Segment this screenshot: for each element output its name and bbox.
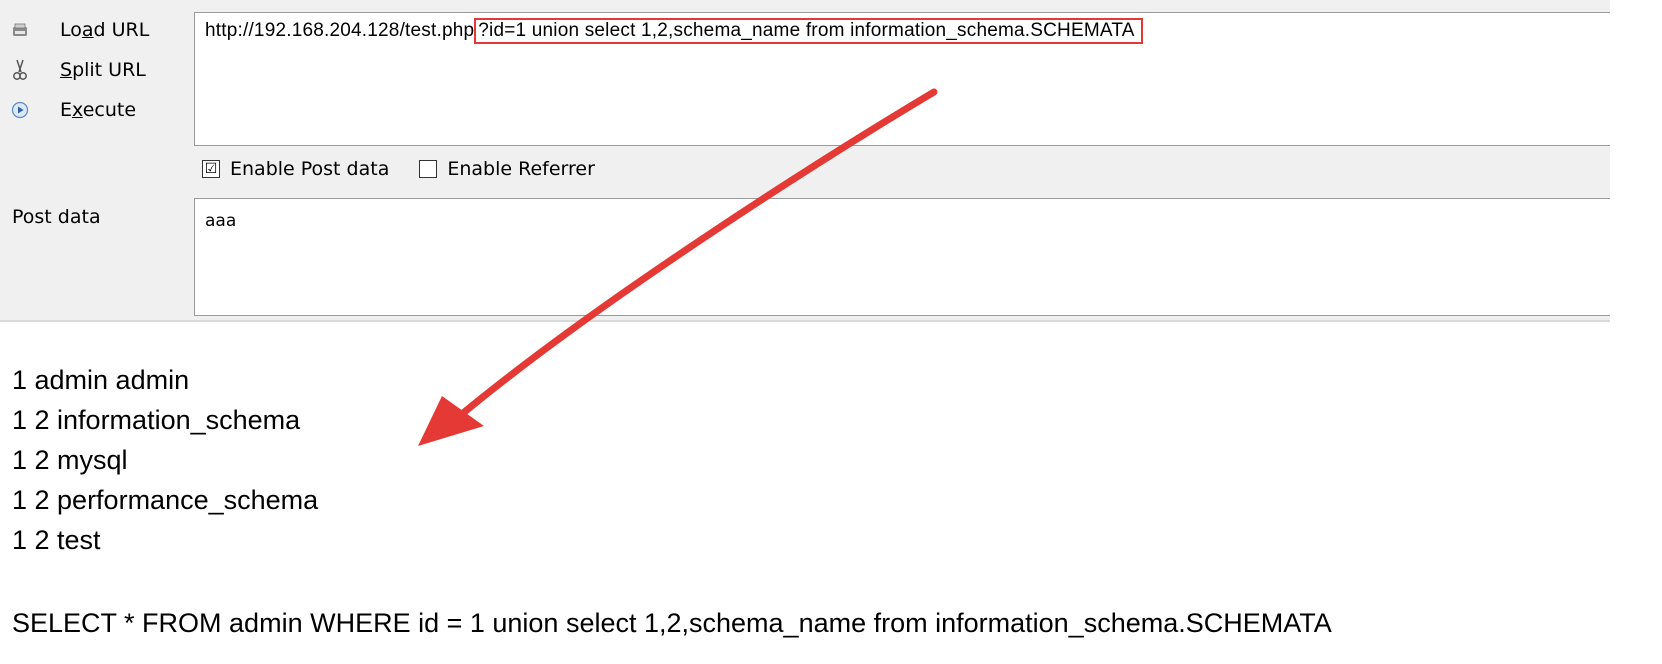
split-url-button[interactable]: Split URL [0, 52, 180, 88]
output-row: 1 2 mysql [12, 445, 128, 475]
checkbox-checked-icon[interactable]: ☑ [202, 160, 220, 178]
page-output: 1 admin admin 1 2 information_schema 1 2… [12, 360, 318, 560]
url-value: http://192.168.204.128/test.php ?id=1 uni… [205, 18, 1143, 44]
post-data-label: Post data [12, 206, 101, 228]
enable-referrer-label: Enable Referrer [447, 158, 595, 180]
load-url-icon [10, 19, 30, 41]
hackbar-panel: Load URL Split URL Execute http://192.16… [0, 0, 1610, 322]
enable-referrer-checkbox[interactable]: Enable Referrer [419, 158, 595, 180]
enable-post-data-checkbox[interactable]: ☑ Enable Post data [202, 158, 389, 180]
output-row: 1 2 test [12, 525, 101, 555]
checkbox-unchecked-icon[interactable] [419, 160, 438, 178]
options-row: ☑ Enable Post data Enable Referrer [202, 158, 625, 180]
execute-label: Execute [60, 99, 137, 121]
execute-button[interactable]: Execute [0, 92, 180, 128]
load-url-label: Load URL [60, 19, 150, 41]
enable-post-data-label: Enable Post data [230, 158, 390, 180]
output-row: 1 2 information_schema [12, 405, 301, 435]
scissors-icon [10, 59, 30, 81]
output-row: 1 admin admin [12, 365, 190, 395]
load-url-button[interactable]: Load URL [0, 12, 180, 48]
post-data-value: aaa [205, 211, 237, 231]
url-base: http://192.168.204.128/test.php [205, 20, 475, 41]
output-row: 1 2 performance_schema [12, 485, 319, 515]
sql-query-text: SELECT * FROM admin WHERE id = 1 union s… [12, 608, 1332, 638]
split-url-label: Split URL [60, 59, 146, 81]
post-data-input[interactable]: aaa [194, 198, 1610, 316]
play-icon [10, 99, 30, 121]
url-input[interactable]: http://192.168.204.128/test.php ?id=1 uni… [194, 12, 1610, 146]
url-query-highlight: ?id=1 union select 1,2,schema_name from … [474, 18, 1143, 44]
